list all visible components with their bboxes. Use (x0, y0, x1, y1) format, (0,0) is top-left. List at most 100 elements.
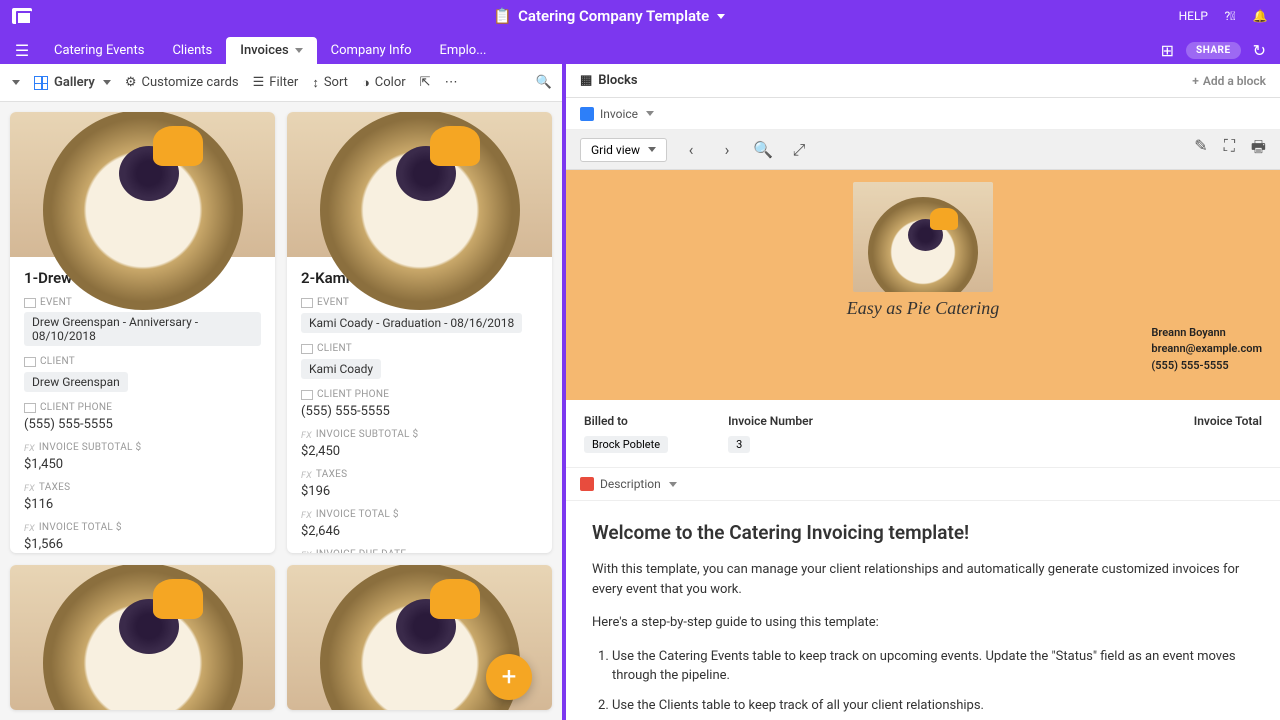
field-label-subtotal: INVOICE SUBTOTAL $ (24, 442, 261, 453)
filter-button[interactable]: ☰ Filter (253, 75, 299, 90)
gallery-panel: Gallery ⚙ Customize cards ☰ Filter ↕ Sor… (0, 64, 566, 720)
base-title-text: Catering Company Template (518, 7, 709, 25)
phone-value: (555) 555-5555 (301, 404, 538, 419)
field-label-total: INVOICE TOTAL $ (24, 522, 261, 533)
description-content: Welcome to the Catering Invoicing templa… (566, 501, 1280, 720)
invoice-card[interactable]: 1-Drew Greenspan EVENT Drew Greenspan - … (10, 112, 275, 553)
next-record-button[interactable]: › (715, 138, 739, 162)
chevron-down-icon (648, 147, 656, 152)
description-steps: Use the Catering Events table to keep tr… (592, 647, 1254, 720)
view-label: Gallery (54, 75, 95, 90)
chevron-down-icon (646, 111, 654, 116)
blocks-icon: ▦ (580, 73, 592, 88)
print-icon[interactable]: 🖶 (1251, 136, 1266, 163)
blocks-title: Blocks (598, 73, 637, 88)
description-paragraph: Here's a step-by-step guide to using thi… (592, 613, 1254, 633)
bell-icon[interactable]: 🔔 (1252, 8, 1268, 24)
view-toolbar: Gallery ⚙ Customize cards ☰ Filter ↕ Sor… (0, 64, 562, 102)
views-dropdown-icon[interactable] (12, 80, 20, 85)
help-icon[interactable]: ?⃝ (1222, 8, 1238, 24)
description-paragraph: With this template, you can manage your … (592, 560, 1254, 599)
taxes-value: $116 (24, 497, 261, 512)
tab-invoices[interactable]: Invoices (226, 37, 316, 64)
gallery-icon (34, 76, 48, 90)
invoice-preview: Easy as Pie Catering Breann Boyann brean… (566, 170, 1280, 400)
field-label-client: CLIENT (301, 343, 538, 354)
history-icon[interactable]: ⊞ (1161, 41, 1174, 60)
client-chip: Kami Coady (301, 359, 381, 379)
clock-icon[interactable]: ↻ (1253, 41, 1266, 60)
add-block-button[interactable]: + Add a block (1192, 74, 1266, 88)
share-button[interactable]: SHARE (1186, 42, 1241, 59)
invoice-card[interactable] (10, 565, 275, 710)
client-chip: Drew Greenspan (24, 372, 128, 392)
invoice-meta-row: Billed to Brock Poblete Invoice Number 3… (566, 400, 1280, 467)
taxes-value: $196 (301, 484, 538, 499)
tab-catering-events[interactable]: Catering Events (40, 37, 158, 64)
billed-to-value: Brock Poblete (584, 436, 668, 453)
base-title[interactable]: 📋 Catering Company Template (40, 7, 1179, 25)
block-name: Description (600, 477, 661, 491)
invoice-card[interactable]: 2-Kami Coady EVENT Kami Coady - Graduati… (287, 112, 552, 553)
field-label-subtotal: INVOICE SUBTOTAL $ (301, 429, 538, 440)
description-block-header[interactable]: Description (566, 467, 1280, 501)
field-label-phone: CLIENT PHONE (301, 389, 538, 400)
invoice-number-value: 3 (728, 436, 750, 453)
block-name: Invoice (600, 107, 638, 121)
app-logo[interactable] (12, 8, 32, 24)
field-label-phone: CLIENT PHONE (24, 402, 261, 413)
search-icon[interactable]: 🔍 (536, 75, 552, 90)
company-name: Easy as Pie Catering (847, 298, 999, 319)
sort-button[interactable]: ↕ Sort (312, 75, 348, 91)
phone-value: (555) 555-5555 (24, 417, 261, 432)
customize-cards-button[interactable]: ⚙ Customize cards (125, 75, 239, 90)
table-tabs-row: ☰ Catering Events Clients Invoices Compa… (0, 32, 1280, 64)
fullscreen-icon[interactable]: ⛶ (1224, 136, 1235, 163)
total-value: $2,646 (301, 524, 538, 539)
step-item: Use the Catering Events table to keep tr… (612, 647, 1254, 686)
field-label-client: CLIENT (24, 356, 261, 367)
help-link[interactable]: HELP (1179, 9, 1208, 23)
more-icon[interactable]: ⋯ (445, 75, 458, 90)
contact-phone: (555) 555-5555 (1151, 358, 1262, 375)
blocks-panel: ▦ Blocks + Add a block Invoice Grid view… (566, 64, 1280, 720)
field-label-due: INVOICE DUE DATE (301, 549, 538, 553)
invoice-total-label: Invoice Total (1194, 414, 1262, 428)
card-cover-image (10, 112, 275, 257)
chevron-down-icon (669, 482, 677, 487)
tab-company-info[interactable]: Company Info (317, 37, 426, 64)
field-label-total: INVOICE TOTAL $ (301, 509, 538, 520)
contact-name: Breann Boyann (1151, 325, 1262, 342)
top-bar: 📋 Catering Company Template HELP ?⃝ 🔔 (0, 0, 1280, 32)
step-item: Use the Clients table to keep track of a… (612, 696, 1254, 716)
tab-clients[interactable]: Clients (158, 37, 226, 64)
menu-icon[interactable]: ☰ (8, 36, 36, 64)
grid-view-button[interactable]: Grid view (580, 138, 667, 162)
subtotal-value: $2,450 (301, 444, 538, 459)
expand-icon[interactable]: ⤢ (787, 138, 811, 162)
invoice-block-header[interactable]: Invoice (566, 98, 1280, 130)
invoice-number-label: Invoice Number (728, 414, 813, 428)
description-heading: Welcome to the Catering Invoicing templa… (592, 521, 1254, 544)
event-chip: Kami Coady - Graduation - 08/16/2018 (301, 313, 522, 333)
block-type-icon (580, 107, 594, 121)
cards-grid: 1-Drew Greenspan EVENT Drew Greenspan - … (0, 102, 562, 720)
tab-employees[interactable]: Emplo... (426, 37, 501, 64)
view-switcher[interactable]: Gallery (34, 75, 111, 90)
edit-icon[interactable]: ✎ (1194, 136, 1207, 163)
billed-to-label: Billed to (584, 414, 668, 428)
contact-info: Breann Boyann breann@example.com (555) 5… (1151, 325, 1262, 375)
add-record-button[interactable]: + (486, 654, 532, 700)
clipboard-icon: 📋 (493, 7, 512, 25)
chevron-down-icon (295, 48, 303, 53)
event-chip: Drew Greenspan - Anniversary - 08/10/201… (24, 312, 261, 346)
contact-email: breann@example.com (1151, 341, 1262, 358)
prev-record-button[interactable]: ‹ (679, 138, 703, 162)
chevron-down-icon (103, 80, 111, 85)
chevron-down-icon (717, 14, 725, 19)
field-label-taxes: TAXES (301, 469, 538, 480)
blocks-header: ▦ Blocks + Add a block (566, 64, 1280, 98)
search-icon[interactable]: 🔍 (751, 138, 775, 162)
share-view-icon[interactable]: ⇱ (420, 75, 431, 90)
color-button[interactable]: ◑ Color (362, 75, 406, 91)
